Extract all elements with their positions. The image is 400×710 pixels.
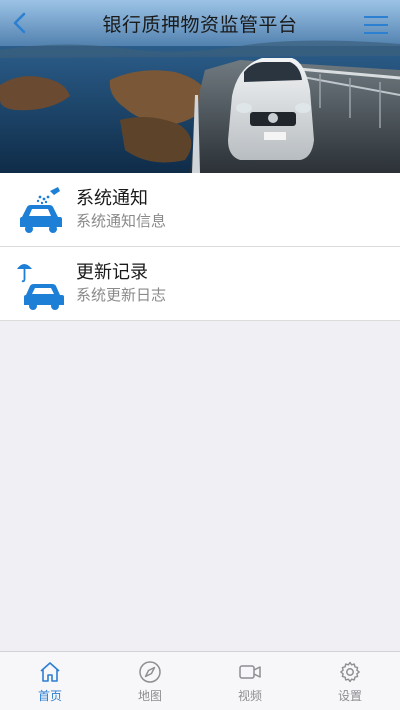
navigation-bar: 银行质押物资监管平台 [0, 0, 400, 48]
car-umbrella-icon [17, 264, 64, 310]
video-camera-icon [239, 665, 261, 679]
chevron-left-icon [13, 12, 26, 34]
hamburger-line [364, 24, 388, 26]
navigation-icon [139, 661, 161, 683]
list-item-title: 系统通知 [76, 188, 148, 209]
tab-label: 设置 [337, 689, 362, 703]
gear-icon [340, 661, 360, 683]
hamburger-line [364, 32, 388, 34]
page-title: 银行质押物资监管平台 [102, 14, 298, 36]
list-item-system-notice[interactable]: 系统通知 系统通知信息 [0, 173, 400, 247]
tab-bar: 首页 地图 视频 设置 [0, 651, 400, 710]
tab-label: 首页 [37, 689, 62, 703]
list-item-title: 更新记录 [76, 262, 148, 283]
tab-settings[interactable]: 设置 [300, 652, 400, 710]
home-icon [40, 662, 60, 682]
tab-home[interactable]: 首页 [0, 652, 100, 710]
menu-button[interactable] [364, 14, 388, 36]
car-wash-icon [20, 187, 62, 233]
tab-label: 视频 [237, 689, 262, 703]
menu-list: 系统通知 系统通知信息 更新记录 系统更新日志 [0, 173, 400, 321]
tab-map[interactable]: 地图 [100, 652, 200, 710]
back-button[interactable] [12, 12, 40, 40]
hamburger-line [364, 16, 388, 18]
header-banner: 银行质押物资监管平台 [0, 0, 400, 173]
list-item-subtitle: 系统更新日志 [76, 286, 167, 304]
tab-label: 地图 [137, 689, 162, 703]
tab-video[interactable]: 视频 [200, 652, 300, 710]
list-item-subtitle: 系统通知信息 [76, 212, 167, 230]
list-item-update-log[interactable]: 更新记录 系统更新日志 [0, 247, 400, 321]
